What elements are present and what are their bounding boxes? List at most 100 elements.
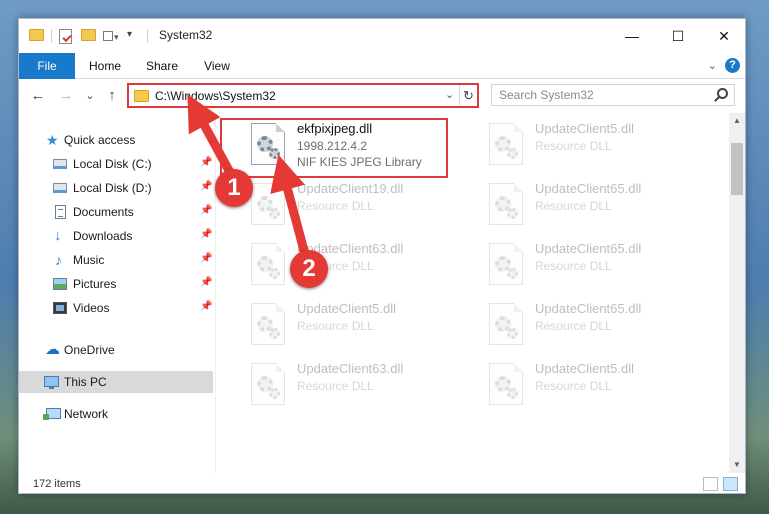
dll-file-icon xyxy=(489,303,523,345)
file-name: UpdateClient65.dll xyxy=(535,301,642,316)
maximize-button[interactable]: ☐ xyxy=(655,19,701,53)
step-badge-2: 2 xyxy=(290,250,328,288)
scroll-down-icon[interactable]: ▼ xyxy=(729,457,745,473)
scroll-thumb[interactable] xyxy=(731,143,743,195)
properties-icon[interactable] xyxy=(59,29,74,44)
navigation-bar: ← → ⌄ ↑ C:\Windows\System32 ⌄ ↻ xyxy=(19,79,745,113)
pin-icon[interactable]: 📌 xyxy=(200,157,212,168)
file-item[interactable]: UpdateClient65.dll Resource DLL xyxy=(477,177,705,235)
file-name: UpdateClient65.dll xyxy=(535,241,642,256)
search-box[interactable] xyxy=(491,84,735,106)
sidebar-item-local-disk-c[interactable]: Local Disk (C:) 📌 xyxy=(19,153,213,175)
file-item[interactable]: UpdateClient5.dll Resource DLL xyxy=(477,357,705,415)
file-item[interactable]: UpdateClient19.dll Resource DLL xyxy=(239,177,467,235)
up-button[interactable]: ↑ xyxy=(103,87,121,105)
toolbar-separator xyxy=(51,29,52,43)
forward-button[interactable]: → xyxy=(57,87,75,105)
vertical-scrollbar[interactable]: ▲ ▼ xyxy=(729,113,745,473)
tiles-view-icon[interactable] xyxy=(723,477,738,491)
file-description: Resource DLL xyxy=(535,379,612,393)
search-input[interactable] xyxy=(492,85,702,105)
close-button[interactable]: ✕ xyxy=(701,19,747,53)
file-description: Resource DLL xyxy=(297,319,374,333)
tab-view[interactable]: View xyxy=(191,53,243,79)
window-title: System32 xyxy=(159,28,213,42)
file-description: Resource DLL xyxy=(535,199,612,213)
file-item[interactable]: UpdateClient63.dll Resource DLL xyxy=(239,237,467,295)
file-item[interactable]: UpdateClient65.dll Resource DLL xyxy=(477,237,705,295)
tab-home[interactable]: Home xyxy=(77,53,133,79)
sidebar-item-local-disk-d[interactable]: Local Disk (D:) 📌 xyxy=(19,177,213,199)
recent-locations-button[interactable]: ⌄ xyxy=(81,87,99,105)
address-dropdown-icon[interactable]: ⌄ xyxy=(445,88,454,101)
computer-icon xyxy=(44,376,59,389)
status-bar: 172 items xyxy=(19,473,745,495)
download-icon: ↓ xyxy=(54,227,62,244)
file-item[interactable]: UpdateClient5.dll Resource DLL xyxy=(477,117,705,175)
disk-icon xyxy=(53,183,67,193)
sidebar-item-label: Local Disk (C:) xyxy=(73,157,152,171)
expand-ribbon-icon[interactable]: ⌄ xyxy=(708,59,717,72)
sidebar-item-videos[interactable]: Videos 📌 xyxy=(19,297,213,319)
highlight-box xyxy=(220,118,448,178)
file-item[interactable]: UpdateClient63.dll Resource DLL xyxy=(239,357,467,415)
sidebar-item-this-pc[interactable]: This PC xyxy=(19,371,213,393)
sidebar-item-label: This PC xyxy=(64,375,107,389)
file-item[interactable]: UpdateClient65.dll Resource DLL xyxy=(477,297,705,355)
disk-icon xyxy=(53,159,67,169)
help-icon[interactable]: ? xyxy=(725,58,740,73)
dll-file-icon xyxy=(251,363,285,405)
sidebar-item-onedrive[interactable]: ☁ OneDrive xyxy=(19,339,213,361)
search-icon[interactable] xyxy=(717,88,728,99)
address-bar[interactable]: C:\Windows\System32 ⌄ ↻ xyxy=(127,83,479,108)
file-name: UpdateClient5.dll xyxy=(535,361,635,376)
file-item[interactable]: UpdateClient5.dll Resource DLL xyxy=(239,297,467,355)
dll-file-icon xyxy=(251,303,285,345)
details-view-icon[interactable] xyxy=(703,477,718,491)
file-name: UpdateClient19.dll xyxy=(297,181,404,196)
pictures-icon xyxy=(53,278,67,290)
sidebar-item-downloads[interactable]: ↓ Downloads 📌 xyxy=(19,225,213,247)
dll-file-icon xyxy=(251,243,285,285)
minimize-button[interactable]: — xyxy=(609,19,655,53)
new-folder-icon[interactable] xyxy=(81,29,96,41)
file-name: UpdateClient65.dll xyxy=(535,181,642,196)
address-path[interactable]: C:\Windows\System32 xyxy=(155,89,276,103)
file-description: Resource DLL xyxy=(535,259,612,273)
sidebar-item-documents[interactable]: Documents 📌 xyxy=(19,201,213,223)
pin-icon[interactable]: 📌 xyxy=(200,181,212,192)
sidebar-item-quick-access[interactable]: ★ Quick access xyxy=(19,129,213,151)
refresh-button[interactable]: ↻ xyxy=(459,85,477,106)
sidebar-item-label: Pictures xyxy=(73,277,117,291)
sidebar-item-music[interactable]: ♪ Music 📌 xyxy=(19,249,213,271)
back-button[interactable]: ← xyxy=(29,87,47,105)
document-icon xyxy=(55,205,66,219)
dll-file-icon xyxy=(489,363,523,405)
star-icon: ★ xyxy=(46,132,59,148)
cloud-icon: ☁ xyxy=(45,341,60,358)
sidebar-item-pictures[interactable]: Pictures 📌 xyxy=(19,273,213,295)
pin-icon[interactable]: 📌 xyxy=(200,277,212,288)
music-icon: ♪ xyxy=(55,252,62,268)
customize-quick-access-icon[interactable]: ▾ xyxy=(103,29,119,44)
sidebar-item-label: Local Disk (D:) xyxy=(73,181,152,195)
folder-icon xyxy=(29,29,44,41)
tab-share[interactable]: Share xyxy=(135,53,189,79)
quick-access-dropdown-icon[interactable]: ▾ xyxy=(127,29,132,40)
item-count: 172 items xyxy=(33,478,81,490)
dll-file-icon xyxy=(489,243,523,285)
dll-file-icon xyxy=(489,123,523,165)
sidebar-item-label: Music xyxy=(73,253,105,267)
navigation-pane: ★ Quick access Local Disk (C:) 📌 Local D… xyxy=(19,113,215,473)
ribbon: File Home Share View ⌄ ? xyxy=(19,53,745,79)
videos-icon xyxy=(53,302,67,314)
dll-file-icon xyxy=(251,183,285,225)
scroll-up-icon[interactable]: ▲ xyxy=(729,113,745,129)
pin-icon[interactable]: 📌 xyxy=(200,301,212,312)
pin-icon[interactable]: 📌 xyxy=(200,229,212,240)
file-description: Resource DLL xyxy=(535,319,612,333)
sidebar-item-network[interactable]: Network xyxy=(19,403,213,425)
pin-icon[interactable]: 📌 xyxy=(200,253,212,264)
tab-file[interactable]: File xyxy=(19,53,75,79)
pin-icon[interactable]: 📌 xyxy=(200,205,212,216)
